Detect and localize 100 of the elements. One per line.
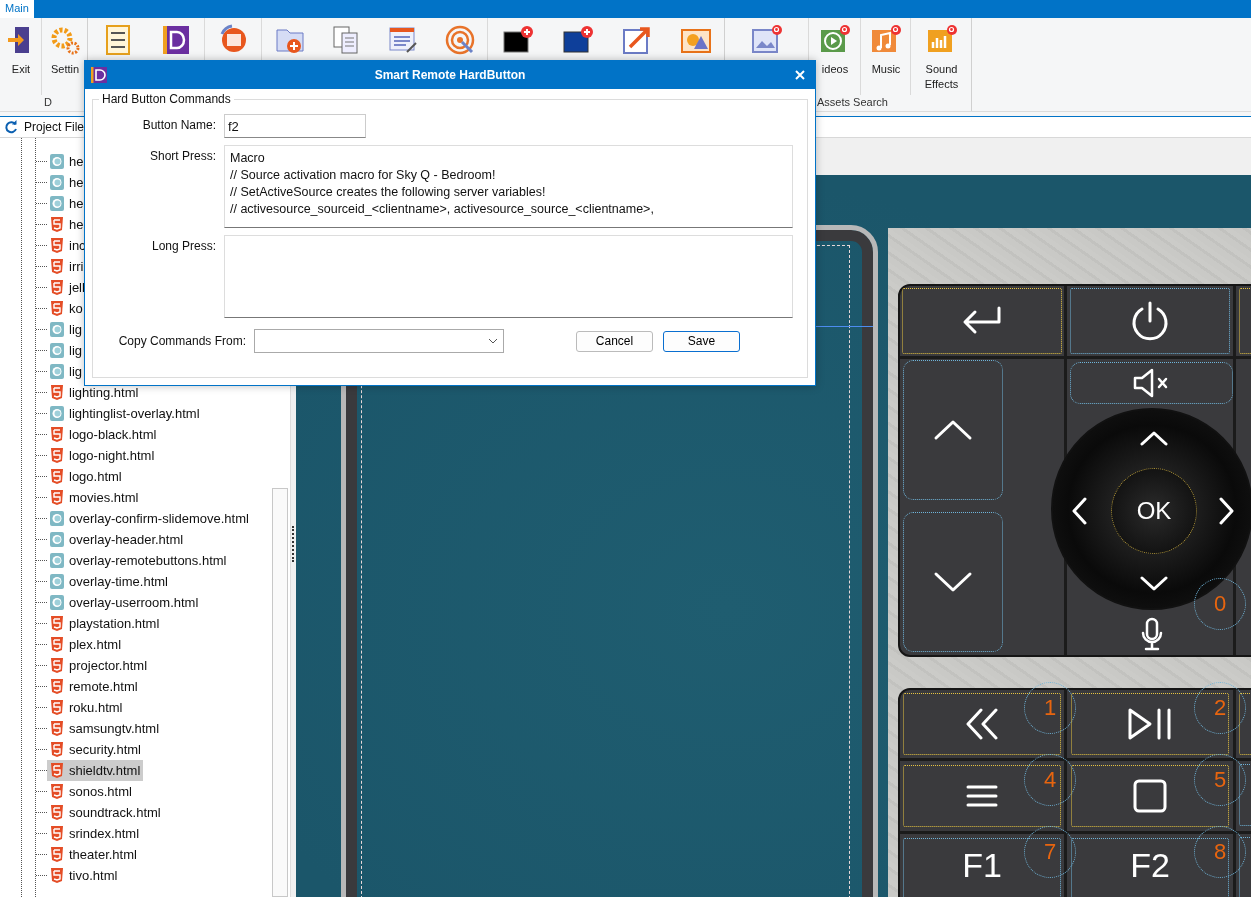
- overlay-file-icon: [50, 322, 64, 337]
- rewind-icon: [965, 708, 999, 740]
- file-item[interactable]: lig: [47, 340, 85, 361]
- file-item[interactable]: playstation.html: [47, 613, 163, 634]
- html-file-icon: [50, 448, 64, 463]
- html-file-icon: [50, 469, 64, 484]
- file-item[interactable]: lig: [47, 361, 85, 382]
- file-item[interactable]: shieldtv.html: [47, 760, 144, 781]
- power-icon: [1130, 301, 1170, 341]
- html-file-icon: [50, 679, 64, 694]
- file-item[interactable]: lig: [47, 319, 85, 340]
- html-file-icon: [50, 217, 64, 232]
- overlay-file-icon: [50, 595, 64, 610]
- overlay-file-icon: [50, 175, 64, 190]
- html-file-icon: [50, 784, 64, 799]
- html-file-icon: [50, 847, 64, 862]
- file-item[interactable]: he: [47, 193, 87, 214]
- chevron-down-icon: [488, 338, 498, 344]
- file-item[interactable]: lighting.html: [47, 382, 142, 403]
- chevron-right-icon: [1219, 497, 1235, 525]
- overlay-file-icon: [50, 196, 64, 211]
- main-tab[interactable]: Main: [0, 0, 34, 18]
- file-item[interactable]: theater.html: [47, 844, 140, 865]
- field-label: Short Press:: [148, 148, 216, 163]
- chevron-down-icon: [933, 571, 973, 593]
- field-label: Button Name:: [141, 117, 216, 132]
- dialog-button[interactable]: Save: [663, 330, 740, 352]
- group-label: D: [43, 95, 53, 110]
- file-item[interactable]: jell: [47, 277, 88, 298]
- overlay-file-icon: [50, 532, 64, 547]
- screen-add-icon: [502, 24, 534, 56]
- button-name-field[interactable]: f2: [224, 114, 366, 138]
- file-item[interactable]: remote.html: [47, 676, 141, 697]
- file-item[interactable]: overlay-remotebuttons.html: [47, 550, 230, 571]
- arrow-out-icon: [620, 24, 653, 56]
- menu-icon: [966, 785, 998, 807]
- file-item[interactable]: irri: [47, 256, 87, 277]
- html-file-icon: [50, 742, 64, 757]
- overlay-file-icon: [50, 553, 64, 568]
- html-file-icon: [50, 826, 64, 841]
- file-item[interactable]: he: [47, 214, 87, 235]
- chevron-up-icon: [933, 419, 973, 441]
- play-pause-icon: [1127, 707, 1173, 741]
- file-item[interactable]: overlay-time.html: [47, 571, 171, 592]
- overlay-file-icon: [50, 364, 64, 379]
- microphone-icon: [1141, 617, 1163, 651]
- file-item[interactable]: logo.html: [47, 466, 125, 487]
- html-file-icon: [50, 868, 64, 883]
- refresh-icon[interactable]: [4, 120, 18, 134]
- file-item[interactable]: security.html: [47, 739, 144, 760]
- ribbon-button[interactable]: Music: [861, 18, 911, 95]
- chevron-left-icon: [1071, 497, 1087, 525]
- file-item[interactable]: plex.html: [47, 634, 125, 655]
- overlay-file-icon: [50, 406, 64, 421]
- file-item[interactable]: logo-black.html: [47, 424, 160, 445]
- file-item[interactable]: ko: [47, 298, 86, 319]
- group-title: Hard Button Commands: [101, 92, 232, 106]
- short-press-field[interactable]: Macro // Source activation macro for Sky Q - Bedroom! // SetActiveSource creates the following server variables! // activesource_sourceid_<clientname>, activesource_source_<clientname>,: [224, 145, 793, 228]
- file-item[interactable]: soundtrack.html: [47, 802, 164, 823]
- overlay-file-icon: [50, 511, 64, 526]
- file-item[interactable]: he: [47, 151, 87, 172]
- dialog-title: Smart Remote HardButton: [373, 68, 527, 82]
- file-item[interactable]: samsungtv.html: [47, 718, 163, 739]
- file-item[interactable]: tivo.html: [47, 865, 121, 886]
- overlay-file-icon: [50, 343, 64, 358]
- file-item[interactable]: he: [47, 172, 87, 193]
- ok-key[interactable]: OK: [1111, 468, 1197, 554]
- overlay-file-icon: [50, 154, 64, 169]
- group-label: Assets Search: [816, 95, 889, 110]
- stop-icon: [1133, 779, 1167, 813]
- file-item[interactable]: logo-night.html: [47, 445, 158, 466]
- return-icon: [961, 306, 1003, 336]
- screen-add-icon: [561, 24, 594, 56]
- html-file-icon: [50, 238, 64, 253]
- html-file-icon: [50, 280, 64, 295]
- html-file-icon: [50, 763, 64, 778]
- file-item[interactable]: movies.html: [47, 487, 142, 508]
- html-file-icon: [50, 700, 64, 715]
- logo-icon: [160, 24, 192, 56]
- ribbon-button[interactable]: Settin: [42, 18, 88, 95]
- image-search-icon: [751, 24, 783, 56]
- file-item[interactable]: lightinglist-overlay.html: [47, 403, 203, 424]
- html-file-icon: [50, 427, 64, 442]
- file-item[interactable]: overlay-header.html: [47, 529, 187, 550]
- file-item[interactable]: overlay-confirm-slidemove.html: [47, 508, 252, 529]
- close-button[interactable]: [793, 68, 807, 82]
- field-label: Copy Commands From:: [117, 334, 246, 348]
- ribbon-button[interactable]: Sound Effects: [911, 18, 972, 95]
- html-file-icon: [50, 658, 64, 673]
- file-item[interactable]: sonos.html: [47, 781, 135, 802]
- panel-title: Project File: [24, 120, 85, 134]
- long-press-field[interactable]: [224, 235, 793, 318]
- dialog-button[interactable]: Cancel: [576, 330, 653, 352]
- file-item[interactable]: projector.html: [47, 655, 151, 676]
- ribbon-button[interactable]: Exit: [0, 18, 42, 95]
- file-item[interactable]: roku.html: [47, 697, 126, 718]
- file-item[interactable]: overlay-userroom.html: [47, 592, 202, 613]
- file-item[interactable]: srindex.html: [47, 823, 143, 844]
- chevron-down-icon: [1140, 576, 1168, 592]
- scrollbar-thumb[interactable]: [272, 488, 288, 897]
